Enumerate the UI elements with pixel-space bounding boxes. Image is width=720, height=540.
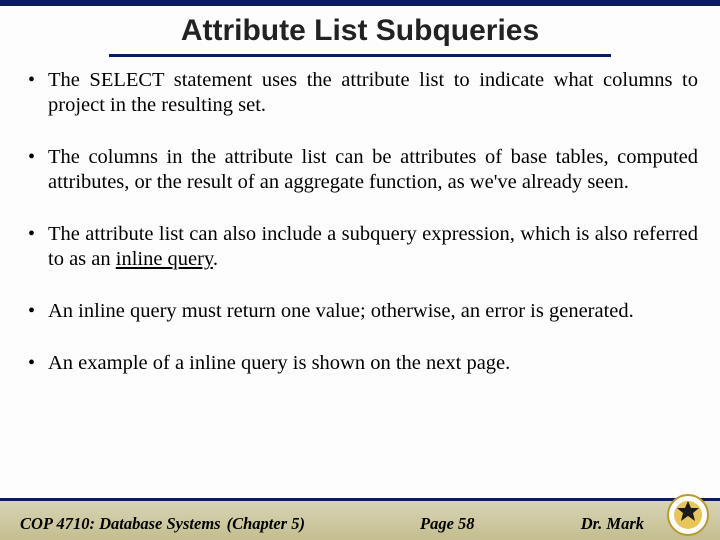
bullet-item: An example of a inline query is shown on… bbox=[22, 351, 698, 376]
top-rule bbox=[0, 0, 720, 6]
slide-body: The SELECT statement uses the attribute … bbox=[22, 68, 698, 494]
bullet-list: The SELECT statement uses the attribute … bbox=[22, 68, 698, 376]
inline-query-term: inline query bbox=[116, 248, 213, 270]
bullet-item: The attribute list can also include a su… bbox=[22, 222, 698, 272]
footer-author: Dr. Mark bbox=[581, 514, 644, 534]
footer-page: Page 58 bbox=[420, 514, 475, 534]
slide-title: Attribute List Subqueries bbox=[0, 14, 720, 48]
bullet-item: The SELECT statement uses the attribute … bbox=[22, 68, 698, 118]
footer-bar: COP 4710: Database Systems (Chapter 5) P… bbox=[0, 498, 720, 540]
footer-chapter: (Chapter 5) bbox=[227, 514, 305, 534]
footer-text: COP 4710: Database Systems (Chapter 5) P… bbox=[20, 514, 644, 534]
bullet-item: The columns in the attribute list can be… bbox=[22, 145, 698, 195]
bullet-suffix: . bbox=[213, 248, 218, 270]
bullet-item: An inline query must return one value; o… bbox=[22, 299, 698, 324]
ucf-logo-icon bbox=[666, 493, 710, 537]
footer-course: COP 4710: Database Systems bbox=[20, 514, 221, 534]
title-underline bbox=[109, 54, 611, 57]
